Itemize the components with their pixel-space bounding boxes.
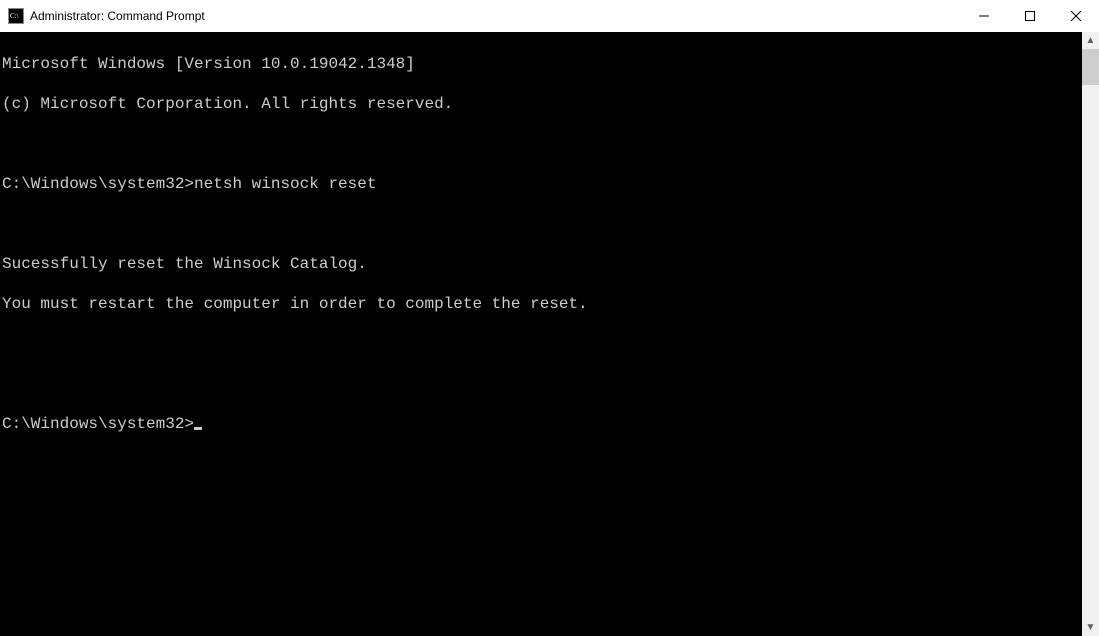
svg-text:C:\: C:\ [10,12,19,20]
cmd-icon: C:\ [8,8,24,24]
console-line [2,334,1082,354]
client-area: Microsoft Windows [Version 10.0.19042.13… [0,32,1099,636]
window: C:\ Administrator: Command Prompt Micros… [0,0,1099,636]
cursor-icon [194,427,202,430]
scrollbar-thumb[interactable] [1082,49,1099,85]
console-output[interactable]: Microsoft Windows [Version 10.0.19042.13… [0,32,1082,636]
console-line: Microsoft Windows [Version 10.0.19042.13… [2,54,1082,74]
scrollbar-track[interactable] [1082,49,1099,619]
console-line [2,214,1082,234]
scroll-up-button[interactable]: ▲ [1082,32,1099,49]
console-prompt: C:\Windows\system32> [2,415,194,433]
titlebar[interactable]: C:\ Administrator: Command Prompt [0,0,1099,32]
chevron-up-icon: ▲ [1086,35,1096,46]
window-title: Administrator: Command Prompt [30,9,205,23]
console-line: Sucessfully reset the Winsock Catalog. [2,254,1082,274]
console-line [2,374,1082,394]
console-line: (c) Microsoft Corporation. All rights re… [2,94,1082,114]
console-line: C:\Windows\system32>netsh winsock reset [2,174,1082,194]
scroll-down-button[interactable]: ▼ [1082,619,1099,636]
console-line [2,134,1082,154]
chevron-down-icon: ▼ [1086,622,1096,633]
console-prompt-line: C:\Windows\system32> [2,414,1082,434]
vertical-scrollbar[interactable]: ▲ ▼ [1082,32,1099,636]
console-line: You must restart the computer in order t… [2,294,1082,314]
minimize-button[interactable] [961,0,1007,32]
window-controls [961,0,1099,32]
close-button[interactable] [1053,0,1099,32]
maximize-button[interactable] [1007,0,1053,32]
